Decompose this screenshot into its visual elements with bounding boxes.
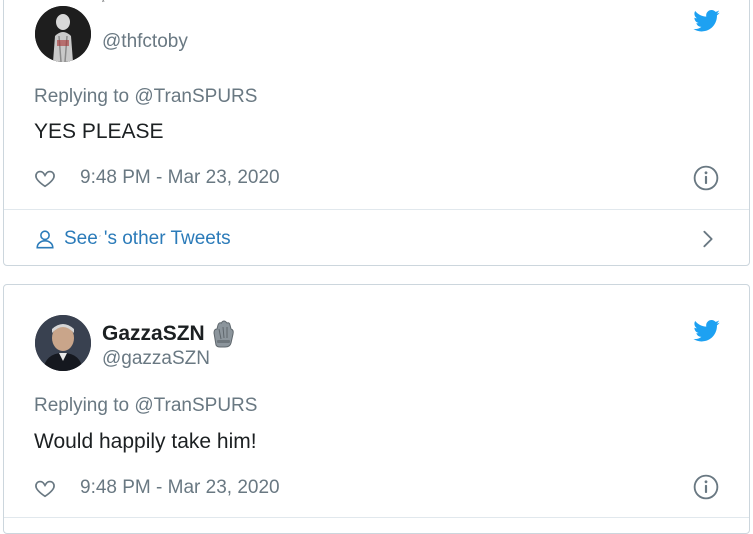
replying-to-handle[interactable]: @TranSPURS	[134, 86, 257, 107]
author-name-row[interactable]: GazzaSZN	[102, 319, 238, 349]
replying-to-handle[interactable]: @TranSPURS	[134, 395, 257, 416]
divider	[4, 209, 749, 210]
replying-to-label: Replying to	[34, 395, 135, 416]
heart-icon[interactable]	[34, 477, 56, 499]
avatar-image	[35, 6, 91, 62]
see-other-tweets-mark: ﾞ	[98, 234, 103, 244]
twitter-bird-icon[interactable]	[693, 320, 720, 342]
display-name[interactable]: GazzaSZN	[102, 321, 205, 347]
tweet-meta: 9:48 PM - Mar 23, 2020	[34, 477, 280, 499]
see-other-tweets-prefix: See	[64, 228, 98, 249]
display-name-mark: ﾞ	[102, 0, 107, 10]
tweet-meta: 9:48 PM - Mar 23, 2020	[34, 167, 280, 189]
info-icon[interactable]	[693, 165, 719, 191]
avatar[interactable]	[35, 315, 91, 371]
author-handle[interactable]: @thfctoby	[102, 31, 188, 53]
see-other-tweets-suffix: 's other Tweets	[103, 228, 231, 249]
tweet-text: YES PLEASE	[34, 120, 164, 143]
heart-icon[interactable]	[34, 167, 56, 189]
author-handle[interactable]: @gazzaSZN	[102, 348, 210, 370]
replying-to: Replying to @TranSPURS	[34, 86, 257, 108]
tweet-card: GazzaSZN @gazzaSZN Replying to @TranSPUR…	[3, 284, 750, 534]
person-icon	[36, 230, 54, 249]
tweet-card: ﾞ @thfctoby Replying to @TranSPURS YES P…	[3, 0, 750, 266]
avatar-image	[35, 315, 91, 371]
author-name-row[interactable]: ﾞ	[102, 1, 107, 10]
timestamp[interactable]: 9:48 PM - Mar 23, 2020	[80, 167, 280, 189]
replying-to-label: Replying to	[34, 86, 135, 107]
chevron-right-icon[interactable]	[697, 228, 719, 250]
avatar[interactable]	[35, 6, 91, 62]
tweet-text: Would happily take him!	[34, 430, 257, 453]
replying-to: Replying to @TranSPURS	[34, 395, 257, 417]
timestamp[interactable]: 9:48 PM - Mar 23, 2020	[80, 477, 280, 499]
divider	[4, 517, 749, 518]
glove-emoji-icon	[213, 320, 234, 348]
see-other-tweets-link[interactable]: See ﾞ's other Tweets	[34, 224, 719, 254]
info-icon[interactable]	[693, 474, 719, 500]
twitter-bird-icon[interactable]	[693, 10, 720, 32]
